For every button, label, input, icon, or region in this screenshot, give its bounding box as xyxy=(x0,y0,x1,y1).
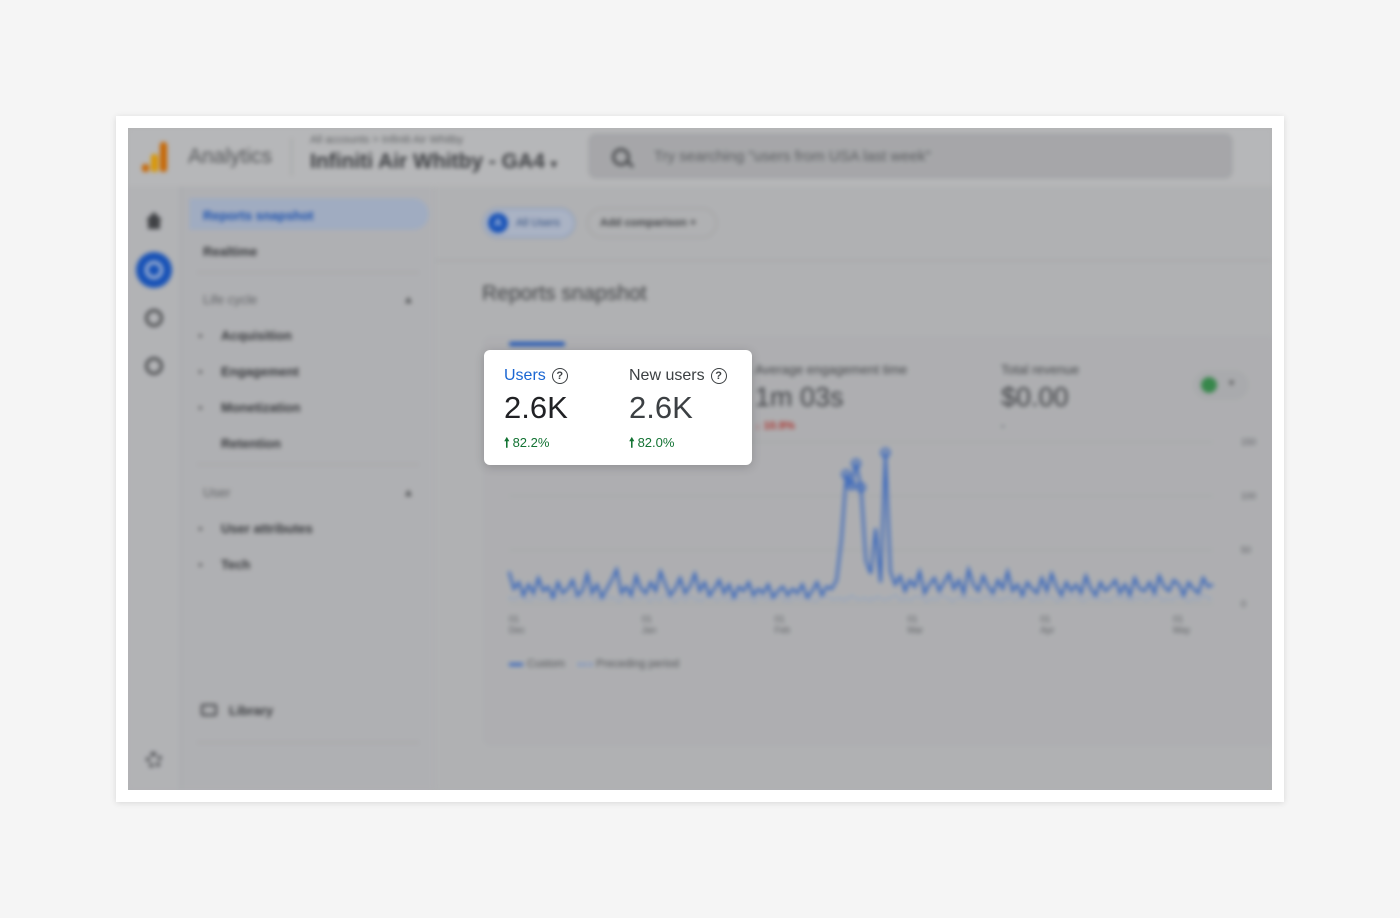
nav-section-user[interactable]: User xyxy=(203,485,230,500)
help-icon[interactable]: ? xyxy=(710,368,727,384)
avatar: A xyxy=(488,213,508,233)
property-selector[interactable]: Infiniti Air Whitby - GA4 ▾ xyxy=(310,150,557,174)
metric-users[interactable]: Users? 2.6K 🠕 82.2% xyxy=(504,350,624,465)
search-icon xyxy=(612,148,630,166)
metric-change-users: 🠕 82.2% xyxy=(504,434,549,456)
expand-icon[interactable]: ▸ xyxy=(199,367,203,376)
breadcrumb[interactable]: All accounts > Infiniti Air Whitby xyxy=(310,134,463,146)
metric-label-users[interactable]: Users? xyxy=(504,367,568,385)
check-icon xyxy=(1201,377,1217,393)
nav-item-reports-snapshot[interactable]: Reports snapshot xyxy=(203,208,314,223)
nav-item-realtime[interactable]: Realtime xyxy=(203,244,257,259)
chevron-up-icon[interactable]: ▲ xyxy=(403,487,414,499)
all-users-chip[interactable]: A All Users xyxy=(483,208,575,238)
metric-value-revenue: $0.00 xyxy=(1001,382,1069,412)
metric-label-users-text: Users xyxy=(504,367,546,384)
nav-section-lifecycle[interactable]: Life cycle xyxy=(203,292,257,307)
chevron-up-icon[interactable]: ▲ xyxy=(403,294,414,306)
chevron-down-icon: ▾ xyxy=(1229,378,1235,389)
x-tick-label: 01 Feb xyxy=(775,614,791,635)
chip-label: All Users xyxy=(516,217,561,229)
left-rail xyxy=(128,186,181,790)
expand-icon[interactable]: ▸ xyxy=(199,331,203,340)
arrow-up-icon: 🠕 xyxy=(504,435,510,450)
expand-icon[interactable]: ▸ xyxy=(199,403,203,412)
nav-item-library[interactable]: Library xyxy=(229,703,273,718)
x-tick-label: 01 Apr xyxy=(1040,614,1054,635)
nav-item-acquisition[interactable]: Acquisition xyxy=(221,328,292,343)
main-content: A All Users Add comparison + Reports sna… xyxy=(435,186,1272,790)
analytics-logo-icon[interactable] xyxy=(142,142,170,172)
main-divider xyxy=(435,260,1272,261)
chart-legend: Custom Preceding period xyxy=(509,658,679,670)
metric-value-users: 2.6K xyxy=(504,390,568,425)
y-tick-label: 100 xyxy=(1241,491,1256,501)
nav-divider xyxy=(197,464,419,465)
expand-icon[interactable]: ▸ xyxy=(199,560,203,569)
y-tick-label: 50 xyxy=(1241,545,1251,555)
metric-value-new-users: 2.6K xyxy=(629,390,693,425)
metric-label-revenue[interactable]: Total revenue xyxy=(1001,362,1079,377)
expand-icon[interactable]: ▸ xyxy=(199,524,203,533)
legend-swatch-custom xyxy=(509,662,523,666)
x-tick-label: 01 Dec xyxy=(509,614,526,635)
nav-divider xyxy=(197,272,419,273)
explore-icon[interactable] xyxy=(136,300,172,336)
nav-item-tech[interactable]: Tech xyxy=(221,557,250,572)
search-bar[interactable]: Try searching "users from USA last week" xyxy=(588,133,1233,179)
metric-new-users[interactable]: New users? 2.6K 🠕 82.0% xyxy=(629,350,749,465)
metric-change-new-users: 🠕 82.0% xyxy=(629,434,674,456)
button-label: Add comparison + xyxy=(600,217,697,229)
reports-icon[interactable] xyxy=(136,252,172,288)
chevron-down-icon: ▾ xyxy=(550,157,557,171)
selected-tab-indicator xyxy=(509,342,565,346)
home-icon[interactable] xyxy=(136,204,172,240)
reports-nav: Reports snapshot Realtime Life cycle ▲ ▸… xyxy=(181,186,434,790)
property-name: Infiniti Air Whitby - GA4 xyxy=(310,150,545,173)
nav-item-engagement[interactable]: Engagement xyxy=(221,364,299,379)
gear-icon[interactable] xyxy=(136,742,172,778)
nav-item-user-attributes[interactable]: User attributes xyxy=(221,521,313,536)
line-chart[interactable]: 0 50 100 150 01 Dec 01 Jan 01 Feb 01 Mar 01 Apr 01 May xyxy=(483,430,1272,690)
legend-label-preceding: Preceding period xyxy=(595,658,680,670)
chart-compare-button[interactable]: ▾ xyxy=(1193,370,1249,400)
search-input[interactable]: Try searching "users from USA last week" xyxy=(654,148,931,165)
top-bar: Analytics All accounts > Infiniti Air Wh… xyxy=(128,128,1272,187)
help-icon[interactable]: ? xyxy=(551,368,568,384)
series-line-custom[interactable] xyxy=(507,452,1214,601)
metric-label-new-users[interactable]: New users? xyxy=(629,367,727,385)
series-line-preceding[interactable] xyxy=(508,594,1214,602)
legend-swatch-preceding xyxy=(577,662,592,666)
legend-label-custom: Custom xyxy=(527,658,565,670)
metric-value-engagement: 1m 03s xyxy=(755,382,844,412)
y-tick-label: 0 xyxy=(1241,599,1246,609)
highlighted-metrics-card: Users? 2.6K 🠕 82.2% New users? 2.6K 🠕 82.0… xyxy=(484,350,752,465)
folder-icon xyxy=(201,704,217,716)
metric-label-new-users-text: New users xyxy=(629,367,705,384)
metric-label-engagement[interactable]: Average engagement time xyxy=(755,362,907,377)
metric-change-users-value: 82.2% xyxy=(512,435,550,450)
y-tick-label: 150 xyxy=(1241,437,1256,447)
nav-divider xyxy=(197,742,419,743)
advertising-icon[interactable] xyxy=(136,348,172,384)
app-title: Analytics xyxy=(188,145,273,168)
x-tick-label: 01 Mar xyxy=(907,614,923,635)
x-tick-label: 01 May xyxy=(1173,614,1191,635)
metric-change-new-users-value: 82.0% xyxy=(637,435,675,450)
add-comparison-button[interactable]: Add comparison + xyxy=(587,208,717,238)
nav-item-monetization[interactable]: Monetization xyxy=(221,400,300,415)
page-title: Reports snapshot xyxy=(482,282,647,305)
header-divider xyxy=(291,138,292,176)
nav-item-retention[interactable]: Retention xyxy=(221,436,281,451)
arrow-up-icon: 🠕 xyxy=(629,435,635,450)
x-tick-label: 01 Jan xyxy=(642,614,657,635)
